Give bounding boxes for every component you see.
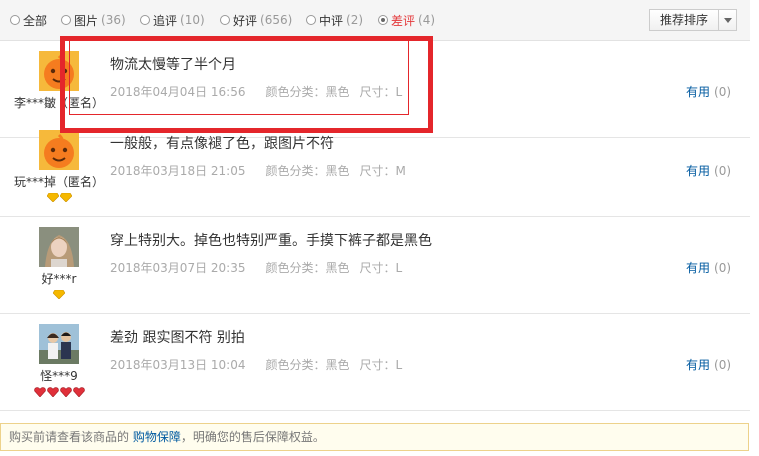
purchase-notice: 购买前请查看该商品的 购物保障，明确您的售后保障权益。 — [0, 423, 749, 451]
useful-count: (0) — [714, 85, 732, 99]
size-spec: 尺寸：L — [359, 261, 403, 275]
filter-count: (656) — [260, 13, 293, 27]
review-item: 好***r 穿上特别大。掉色也特别严重。手摸下裤子都是黑色 2018年03月07… — [0, 218, 750, 314]
cartoon-avatar-icon — [39, 130, 79, 170]
size-spec: 尺寸：L — [359, 358, 403, 372]
color-category: 颜色分类：黑色 — [265, 261, 350, 275]
review-content: 差劲 跟实图不符 别拍 — [110, 330, 245, 346]
review-meta: 2018年03月07日 20:35 颜色分类：黑色 尺寸：L — [110, 259, 402, 276]
radio-button[interactable] — [10, 15, 20, 25]
useful-button[interactable]: 有用 (0) — [686, 83, 731, 100]
radio-button[interactable] — [220, 15, 230, 25]
useful-count: (0) — [714, 358, 732, 372]
radio-button[interactable] — [140, 15, 150, 25]
notice-text-after: ，明确您的售后保障权益。 — [180, 430, 325, 444]
reviewer-name: 玩***掉（匿名） — [13, 175, 104, 189]
useful-button[interactable]: 有用 (0) — [686, 259, 731, 276]
red-heart-diamond-icon — [33, 387, 46, 397]
reviewer-name: 怪***9 — [40, 369, 78, 383]
filter-label: 中评 — [319, 13, 344, 28]
annotation-inner-box — [69, 40, 409, 115]
useful-count: (0) — [714, 164, 732, 178]
filter-count: (4) — [418, 13, 436, 27]
review-item: 怪***9 差劲 跟实图不符 别拍 2018年03月13日 10:04 颜色分类：… — [0, 315, 750, 411]
review-filter-bar: 全部 图片 (36) 追评 (10) 好评 (656) 中评 (2) 差评 (4… — [0, 0, 750, 41]
review-date: 2018年03月13日 10:04 — [110, 358, 246, 372]
review-date: 2018年03月18日 21:05 — [110, 164, 246, 178]
sort-dropdown[interactable]: 推荐排序 — [649, 9, 737, 31]
filter-label: 差评 — [391, 13, 416, 28]
radio-button[interactable] — [378, 15, 388, 25]
radio-button[interactable] — [61, 15, 71, 25]
review-meta: 2018年03月13日 10:04 颜色分类：黑色 尺寸：L — [110, 356, 402, 373]
filter-label: 追评 — [153, 13, 178, 28]
color-category: 颜色分类：黑色 — [265, 164, 350, 178]
filter-negative[interactable]: 差评 (4) — [378, 11, 435, 29]
useful-button[interactable]: 有用 (0) — [686, 356, 731, 373]
useful-label: 有用 — [686, 85, 711, 99]
reviewer-name: 好***r — [41, 272, 77, 286]
filter-positive[interactable]: 好评 (656) — [220, 11, 292, 29]
review-date: 2018年03月07日 20:35 — [110, 261, 246, 275]
red-heart-diamond-icon — [46, 387, 59, 397]
gold-diamond-icon — [53, 290, 65, 299]
review-item: 玩***掉（匿名） 一般般，有点像褪了色，跟图片不符 2018年03月18日 2… — [0, 121, 750, 217]
filter-label: 图片 — [74, 13, 99, 28]
filter-count: (2) — [346, 13, 364, 27]
filter-count: (10) — [180, 13, 205, 27]
radio-button[interactable] — [306, 15, 316, 25]
filter-label: 好评 — [233, 13, 258, 28]
review-content: 穿上特别大。掉色也特别严重。手摸下裤子都是黑色 — [110, 233, 432, 249]
useful-label: 有用 — [686, 164, 711, 178]
red-heart-diamond-icon — [72, 387, 85, 397]
review-content: 一般般，有点像褪了色，跟图片不符 — [110, 136, 334, 152]
filter-followup[interactable]: 追评 (10) — [140, 11, 205, 29]
useful-count: (0) — [714, 261, 732, 275]
filter-neutral[interactable]: 中评 (2) — [306, 11, 363, 29]
shopping-guarantee-link[interactable]: 购物保障 — [133, 430, 181, 444]
sort-label: 推荐排序 — [650, 10, 719, 30]
member-level-badges — [0, 290, 118, 299]
size-spec: 尺寸：M — [359, 164, 406, 178]
avatar — [39, 227, 79, 267]
photo-avatar-icon — [39, 227, 79, 267]
color-category: 颜色分类：黑色 — [265, 358, 350, 372]
red-heart-diamond-icon — [59, 387, 72, 397]
useful-label: 有用 — [686, 358, 711, 372]
avatar — [39, 130, 79, 170]
photo-avatar-icon — [39, 324, 79, 364]
member-level-badges — [0, 193, 118, 202]
gold-diamond-icon — [59, 193, 72, 202]
chevron-down-icon[interactable] — [719, 17, 736, 23]
gold-diamond-icon — [46, 193, 59, 202]
avatar — [39, 324, 79, 364]
filter-all[interactable]: 全部 — [10, 11, 47, 29]
review-meta: 2018年03月18日 21:05 颜色分类：黑色 尺寸：M — [110, 162, 406, 179]
notice-text-before: 购买前请查看该商品的 — [9, 430, 133, 444]
filter-label: 全部 — [23, 13, 48, 28]
useful-label: 有用 — [686, 261, 711, 275]
useful-button[interactable]: 有用 (0) — [686, 162, 731, 179]
filter-images[interactable]: 图片 (36) — [61, 11, 126, 29]
filter-count: (36) — [101, 13, 126, 27]
member-level-badges — [0, 387, 118, 397]
